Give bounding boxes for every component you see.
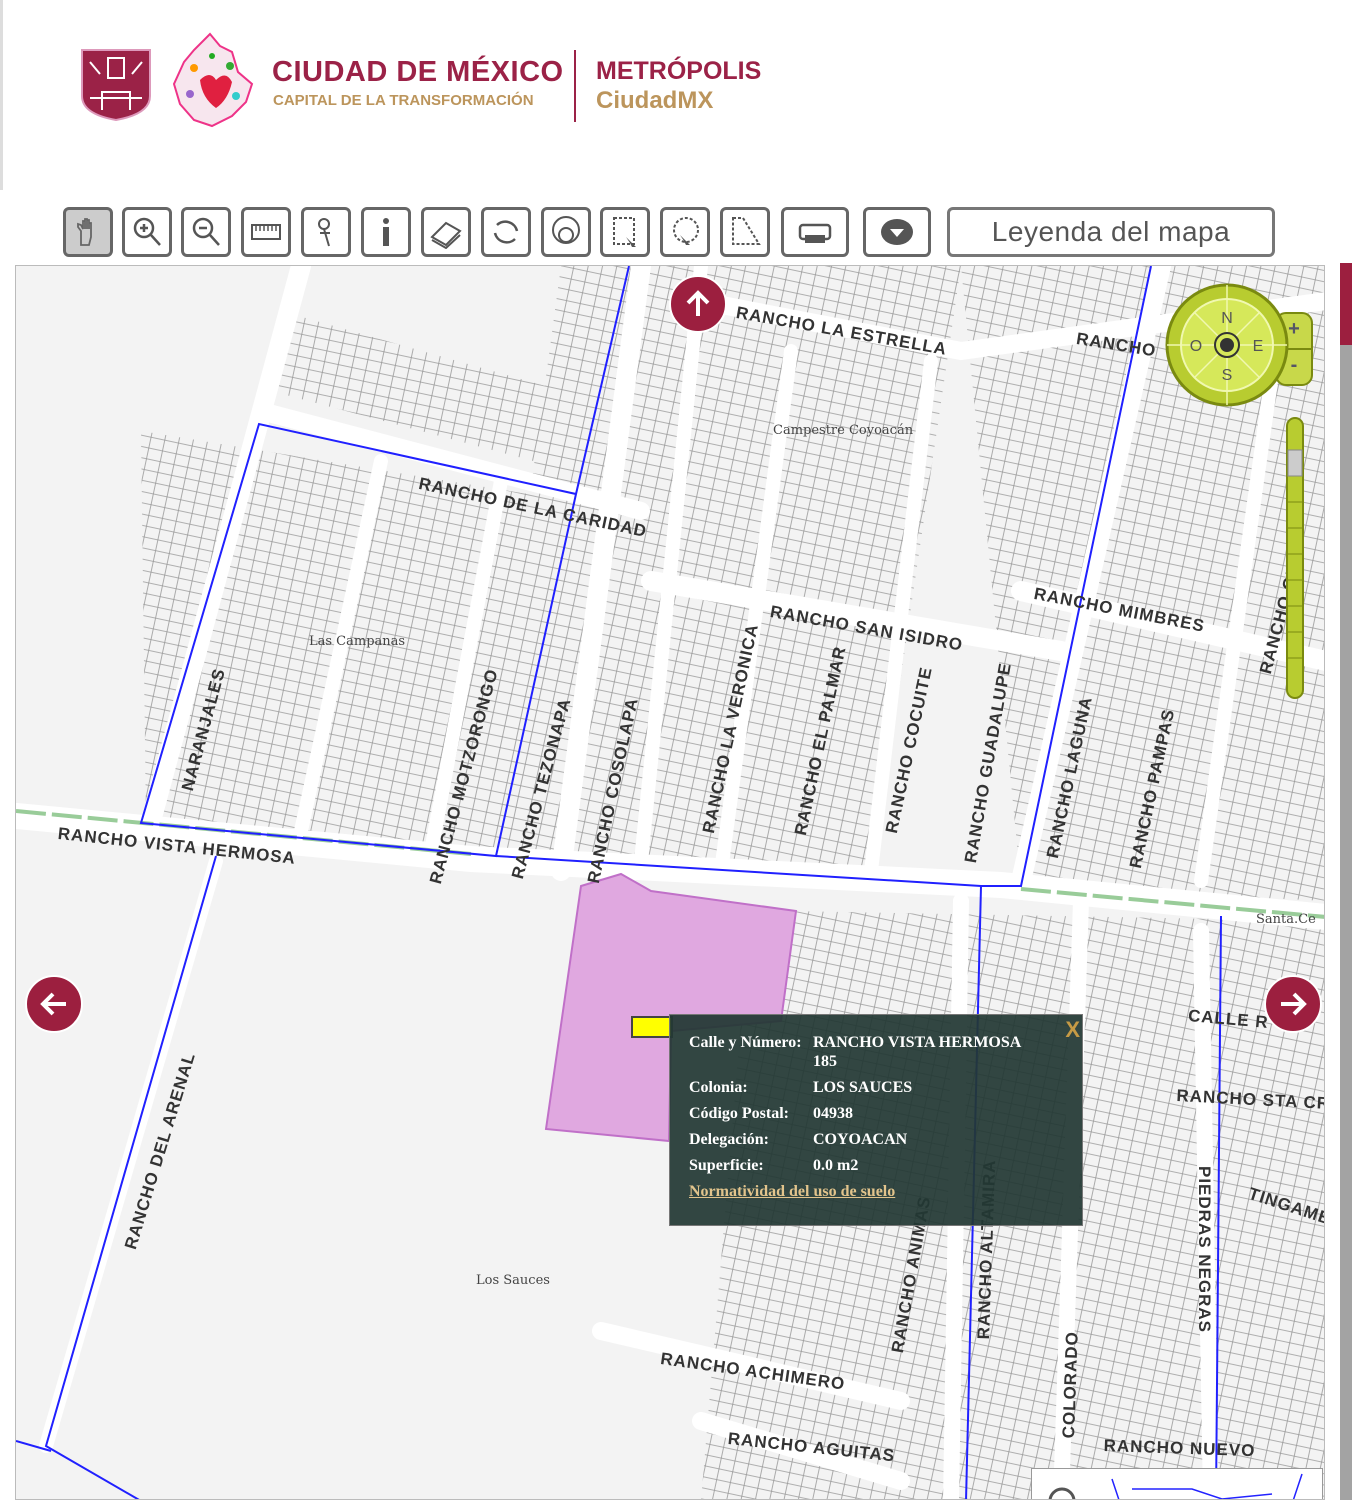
download-icon (881, 219, 913, 245)
polygon-select-icon (732, 217, 761, 245)
cdmx-heart-map-logo (172, 32, 254, 128)
popup-value: LOS SAUCES (813, 1079, 913, 1096)
buffer-tool-button[interactable] (541, 207, 591, 257)
popup-label: Código Postal: (689, 1105, 789, 1122)
overview-map-graphic (1048, 1473, 1303, 1499)
popup-label: Colonia: (689, 1079, 748, 1096)
colonia-label: Santa.Ce (1256, 912, 1316, 927)
map-base-layer (16, 266, 1324, 1499)
compass-south[interactable]: S (1222, 367, 1233, 384)
arrow-right-icon (1281, 992, 1307, 1016)
colonia-label: Campestre Coyoacán (773, 423, 914, 438)
layers-tool-button[interactable] (421, 207, 471, 257)
popup-value: 04938 (813, 1105, 853, 1122)
pin-tool-button[interactable] (301, 207, 351, 257)
pan-tool-button[interactable] (63, 207, 113, 257)
page-scrollbar[interactable] (1340, 263, 1352, 1500)
rectangle-select-button[interactable] (600, 207, 650, 257)
zoom-in-button[interactable]: + (1288, 318, 1300, 340)
rectangle-select-icon (613, 217, 636, 247)
zoom-slider-thumb[interactable] (1287, 449, 1303, 477)
zoom-slider[interactable] (1285, 416, 1305, 700)
zoom-in-icon (133, 217, 161, 246)
scrollbar-thumb[interactable] (1340, 263, 1352, 345)
map-canvas[interactable]: RANCHO LA ESTRELLA RANCHO RANCHO DE LA C… (15, 265, 1325, 1500)
zoom-out-button[interactable]: - (1291, 354, 1298, 376)
popup-value: 0.0 m2 (813, 1157, 859, 1174)
popup-label: Calle y Número: (689, 1034, 802, 1051)
land-use-link[interactable]: Normatividad del uso de suelo (689, 1183, 895, 1201)
street-label: COLORADO (1059, 1330, 1082, 1439)
pushpin-icon (318, 218, 330, 247)
map-legend-button[interactable]: Leyenda del mapa (947, 207, 1275, 257)
popup-value: RANCHO VISTA HERMOSA 185 (813, 1034, 1021, 1070)
brand-subtitle: CAPITAL DE LA TRANSFORMACIÓN (273, 92, 534, 109)
layers-icon (430, 221, 462, 249)
popup-label: Delegación: (689, 1131, 769, 1148)
measure-tool-button[interactable] (241, 207, 291, 257)
popup-value: COYOACAN (813, 1131, 908, 1148)
zoom-in-tool-button[interactable] (122, 207, 172, 257)
header: CIUDAD DE MÉXICO CAPITAL DE LA TRANSFORM… (0, 0, 1352, 190)
close-popup-button[interactable]: X (1065, 1017, 1080, 1043)
ruler-icon (251, 224, 281, 240)
download-button[interactable] (863, 207, 931, 257)
popup-label: Superficie: (689, 1157, 764, 1174)
compass-east[interactable]: E (1253, 338, 1264, 355)
compass-control[interactable]: + - N S E O (1164, 283, 1324, 409)
pan-east-button[interactable] (1264, 975, 1322, 1033)
info-tool-button[interactable] (361, 207, 411, 257)
overview-map[interactable] (1031, 1468, 1323, 1499)
brand-title: CIUDAD DE MÉXICO (272, 56, 564, 88)
hand-icon (77, 218, 92, 246)
pan-north-button[interactable] (669, 275, 727, 333)
polygon-select-button[interactable] (720, 207, 770, 257)
product-subtitle: CiudadMX (596, 87, 714, 114)
info-popup: X Calle y Número: RANCHO VISTA HERMOSA 18… (669, 1014, 1083, 1226)
arrow-left-icon (40, 992, 66, 1016)
compass-north[interactable]: N (1221, 310, 1233, 327)
colonia-label: Las Campanas (309, 634, 406, 649)
zoom-out-icon (192, 217, 220, 246)
info-icon (383, 218, 389, 246)
colonia-label: Los Sauces (476, 1273, 550, 1288)
street-label: PIEDRAS NEGRAS (1195, 1166, 1214, 1334)
arrow-up-icon (686, 290, 710, 316)
refresh-icon (493, 220, 519, 244)
refresh-tool-button[interactable] (481, 207, 531, 257)
pan-west-button[interactable] (25, 975, 83, 1033)
printer-icon (798, 223, 832, 243)
circle-select-icon (673, 217, 699, 245)
buffer-icon (552, 216, 580, 244)
cdmx-shield-logo (81, 49, 151, 122)
circle-select-button[interactable] (660, 207, 710, 257)
zoom-out-tool-button[interactable] (181, 207, 231, 257)
brand-divider (574, 50, 576, 122)
location-marker-tag[interactable] (631, 1016, 673, 1038)
compass-west[interactable]: O (1190, 338, 1202, 355)
print-button[interactable] (781, 207, 849, 257)
product-title: METRÓPOLIS (596, 57, 762, 85)
